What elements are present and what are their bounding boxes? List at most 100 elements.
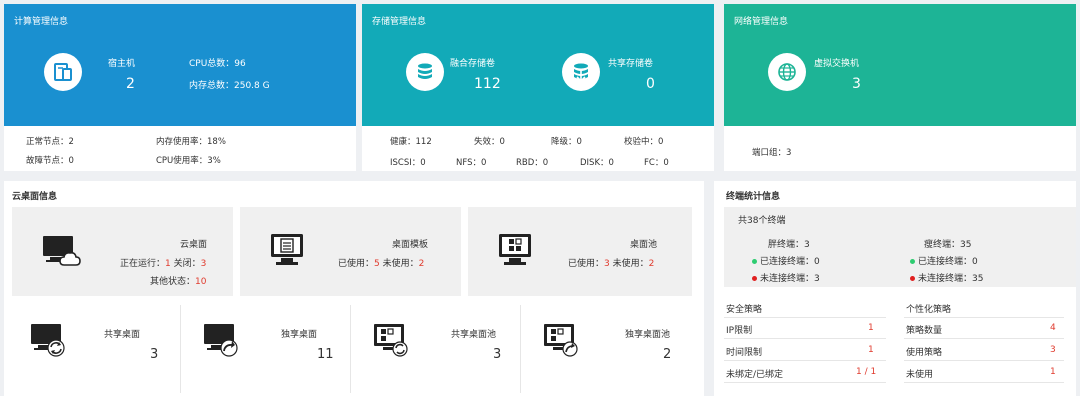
cloud-desktop-icon — [43, 236, 81, 266]
host-count[interactable]: 2 — [126, 76, 135, 92]
exclusive-pool-label: 独享桌面池 — [625, 330, 671, 340]
fat-disconnected: 未连接终端：3 — [752, 271, 820, 284]
vswitch-label: 虚拟交换机 — [814, 59, 860, 69]
cloud-desktop-box[interactable]: 云桌面 正在运行：1 关闭：3 其他状态：10 — [12, 207, 233, 296]
divider — [724, 360, 886, 361]
cpu-total: CPU总数：96 — [189, 59, 246, 69]
security-policy-title: 安全策略 — [726, 305, 763, 315]
personal-row-value: 3 — [1050, 345, 1056, 355]
thin-disconnected: 未连接终端：35 — [910, 271, 983, 284]
normal-nodes: 正常节点：2 — [26, 137, 74, 147]
personal-row-value: 1 — [1050, 367, 1056, 377]
terminal-total: 共38个终端 — [738, 216, 786, 226]
disconnected-dot — [752, 276, 757, 281]
pool-used-label: 已使用： — [568, 259, 605, 269]
fat-disconnected-text: 未连接终端：3 — [760, 274, 820, 284]
thin-connected-text: 已连接终端：0 — [918, 257, 978, 267]
divider — [724, 382, 886, 383]
desktop-pool-icon — [499, 234, 531, 265]
shared-desktop-item[interactable]: 共享桌面 3 — [4, 305, 180, 393]
fat-terminal: 胖终端：3 — [768, 240, 810, 250]
rbd-count: RBD：0 — [516, 158, 549, 168]
fusion-volume-label: 融合存储卷 — [450, 59, 496, 69]
terminal-panel: 终端统计信息 共38个终端 胖终端：3 已连接终端：0 未连接终端：3 瘦终端：… — [714, 181, 1076, 396]
exclusive-desktop-label: 独享桌面 — [281, 330, 318, 340]
other-value: 10 — [195, 277, 207, 287]
compute-card-header: 计算管理信息 宿主机 2 CPU总数：96 内存总数：250.8 G — [4, 4, 356, 126]
divider — [904, 382, 1064, 383]
fc-count: FC：0 — [644, 158, 669, 168]
network-card: 网络管理信息 虚拟交换机 3 端口组：3 — [724, 4, 1076, 171]
shared-volume-label: 共享存储卷 — [608, 59, 654, 69]
exclusive-pool-count: 2 — [663, 347, 672, 362]
connected-dot — [910, 259, 915, 264]
network-card-header: 网络管理信息 虚拟交换机 3 — [724, 4, 1076, 126]
cloud-running: 正在运行：1 关闭：3 — [120, 256, 206, 269]
running-value: 1 — [165, 259, 171, 269]
shared-pool-icon — [374, 324, 408, 357]
personal-row-label[interactable]: 未使用 — [906, 367, 933, 380]
compute-card: 计算管理信息 宿主机 2 CPU总数：96 内存总数：250.8 G 正常节点：… — [4, 4, 356, 171]
pool-usage: 已使用：3 未使用：2 — [568, 256, 654, 269]
exclusive-desktop-item[interactable]: 独享桌面 11 — [181, 305, 350, 393]
desktop-title: 云桌面信息 — [12, 192, 58, 202]
other-label: 其他状态： — [150, 277, 196, 287]
exclusive-pool-icon — [544, 324, 578, 357]
desktop-template-icon — [271, 234, 303, 265]
terminal-title: 终端统计信息 — [726, 192, 781, 202]
storage-card: 存储管理信息 融合存储卷 112 共享存储卷 0 健康：112 失效：0 降级：… — [362, 4, 714, 171]
personal-policy-title: 个性化策略 — [906, 305, 952, 315]
mem-usage: 内存使用率：18% — [156, 137, 226, 147]
globe-icon — [768, 53, 806, 91]
shared-desktop-count: 3 — [150, 347, 159, 362]
personal-row-value: 4 — [1050, 323, 1056, 333]
desktop-panel: 云桌面信息 云桌面 正在运行：1 关闭：3 其他状态：10 桌面模板 已使用：5… — [4, 181, 704, 396]
exclusive-desktop-count: 11 — [317, 347, 334, 362]
fusion-volume-count[interactable]: 112 — [474, 76, 501, 92]
security-row-label[interactable]: 未绑定/已绑定 — [726, 367, 783, 380]
shared-pool-label: 共享桌面池 — [451, 330, 497, 340]
divider — [904, 317, 1064, 318]
pool-label: 桌面池 — [630, 240, 658, 250]
iscsi-count: ISCSI：0 — [390, 158, 426, 168]
shared-volume-icon — [562, 53, 600, 91]
fault-nodes: 故障节点：0 — [26, 156, 74, 166]
template-unused-value: 2 — [418, 259, 425, 269]
shared-pool-count: 3 — [493, 347, 502, 362]
divider — [904, 338, 1064, 339]
vswitch-count[interactable]: 3 — [852, 76, 861, 92]
mem-total: 内存总数：250.8 G — [189, 81, 270, 91]
fat-connected: 已连接终端：0 — [752, 254, 820, 267]
cpu-usage: CPU使用率：3% — [156, 156, 221, 166]
template-usage: 已使用：5 未使用：2 — [338, 256, 424, 269]
divider — [904, 360, 1064, 361]
thin-connected: 已连接终端：0 — [910, 254, 978, 267]
thin-terminal: 瘦终端：35 — [924, 240, 972, 250]
failed-count: 失效：0 — [474, 137, 505, 147]
storage-card-header: 存储管理信息 融合存储卷 112 共享存储卷 0 — [362, 4, 714, 126]
desktop-pool-box[interactable]: 桌面池 已使用：3 未使用：2 — [468, 207, 692, 296]
shared-pool-item[interactable]: 共享桌面池 3 — [351, 305, 520, 393]
closed-value: 3 — [200, 259, 207, 269]
disconnected-dot — [910, 276, 915, 281]
template-label: 桌面模板 — [392, 240, 429, 250]
storage-title: 存储管理信息 — [372, 17, 427, 27]
host-icon — [44, 53, 82, 91]
pool-unused-label: 未使用： — [612, 259, 649, 269]
personal-row-label[interactable]: 使用策略 — [906, 345, 942, 358]
personal-row-label[interactable]: 策略数量 — [906, 323, 942, 336]
template-unused-label: 未使用： — [382, 259, 419, 269]
security-row-label[interactable]: IP限制 — [726, 323, 752, 336]
verifying-count: 校验中：0 — [624, 137, 664, 147]
shared-volume-count[interactable]: 0 — [646, 76, 655, 92]
security-row-label[interactable]: 时间限制 — [726, 345, 762, 358]
exclusive-pool-item[interactable]: 独享桌面池 2 — [521, 305, 697, 393]
template-used-value: 5 — [374, 259, 380, 269]
divider — [724, 317, 886, 318]
desktop-template-box[interactable]: 桌面模板 已使用：5 未使用：2 — [240, 207, 461, 296]
security-row-value: 1 — [868, 345, 874, 355]
port-group: 端口组：3 — [752, 148, 792, 158]
shared-desktop-label: 共享桌面 — [104, 330, 141, 340]
cloud-desktop-label: 云桌面 — [180, 240, 208, 250]
security-row-value: 1 / 1 — [856, 367, 877, 377]
